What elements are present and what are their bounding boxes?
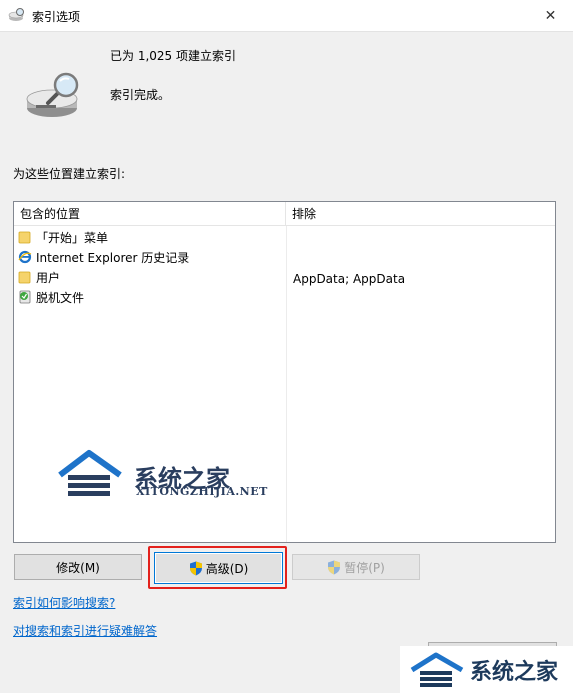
watermark-brand-text: 系统之家 (470, 660, 559, 685)
watermark-url-text: XITONGZHIJIA.NET (136, 485, 268, 498)
window-close-button[interactable]: ✕ (528, 0, 573, 31)
pause-button-label: 暂停(P) (344, 560, 385, 575)
title-bar: 索引选项 ✕ (0, 0, 573, 32)
indexing-status-text: 索引完成。 (110, 88, 171, 102)
indexing-options-icon (8, 8, 24, 21)
indexed-count-text: 已为 1,025 项建立索引 (110, 49, 236, 63)
column-header-included[interactable]: 包含的位置 (14, 202, 286, 226)
location-name: 「开始」菜单 (36, 231, 109, 245)
hard-drive-search-icon (26, 72, 79, 117)
advanced-button[interactable]: 高级(D) (154, 552, 283, 584)
location-name: 用户 (36, 271, 61, 285)
index-locations-list[interactable]: 包含的位置 排除 「开始」菜单 Internet Explorer 历史记录 用… (13, 201, 556, 543)
list-item[interactable]: Internet Explorer 历史记录 (18, 248, 189, 268)
location-name: 脱机文件 (36, 291, 85, 305)
excluded-folders: AppData; AppData (293, 272, 406, 286)
list-item[interactable]: 「开始」菜单 (18, 228, 108, 248)
index-affects-search-link[interactable]: 索引如何影响搜索? (13, 594, 115, 611)
modify-button[interactable]: 修改(M) (14, 554, 142, 580)
watermark-logo-corner: 系统之家 (400, 646, 573, 693)
troubleshoot-link[interactable]: 对搜索和索引进行疑难解答 (13, 622, 157, 639)
column-header-excluded[interactable]: 排除 (286, 202, 555, 226)
close-icon: ✕ (544, 7, 557, 24)
locations-section-label: 为这些位置建立索引: (13, 167, 126, 181)
pause-button[interactable]: 暂停(P) (292, 554, 420, 580)
watermark-house-icon (58, 450, 122, 496)
location-name: Internet Explorer 历史记录 (36, 251, 190, 265)
watermark-logo-center: 系统之家 XITONGZHIJIA.NET (54, 445, 267, 505)
window-title: 索引选项 (32, 10, 81, 24)
watermark-house-icon (410, 652, 464, 687)
uac-shield-icon (189, 561, 202, 575)
uac-shield-icon (328, 560, 341, 574)
folder-icon (18, 231, 31, 244)
advanced-button-label: 高级(D) (205, 561, 249, 576)
ie-icon (18, 250, 32, 264)
column-divider (286, 226, 287, 542)
offline-files-icon (19, 290, 31, 304)
list-item[interactable]: 用户 (18, 268, 60, 288)
folder-icon (18, 271, 31, 284)
list-item[interactable]: 脱机文件 (18, 288, 84, 308)
